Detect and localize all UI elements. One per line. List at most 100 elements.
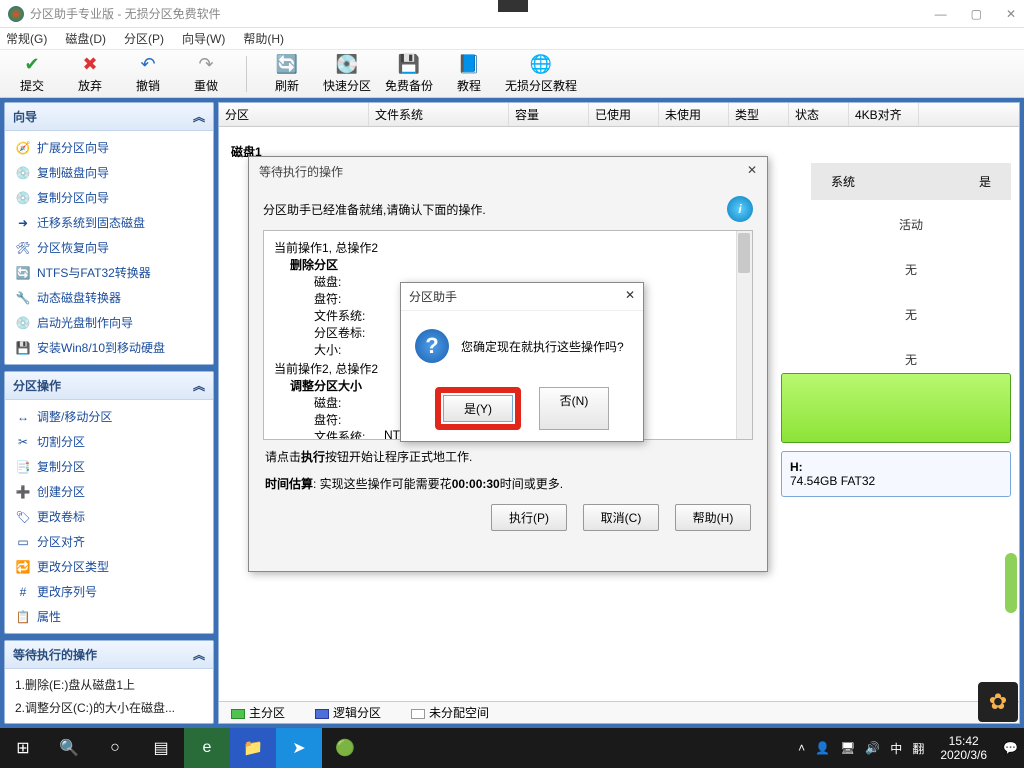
tool-重做[interactable]: ↷重做: [184, 53, 228, 94]
partition-bar[interactable]: [781, 373, 1011, 443]
tray-network-icon[interactable]: 🖥: [840, 741, 855, 755]
menu-help[interactable]: 帮助(H): [243, 30, 284, 47]
sidebar-item[interactable]: 💾安装Win8/10到移动硬盘: [5, 335, 213, 360]
tray-volume-icon[interactable]: 🔊: [865, 741, 880, 755]
clock[interactable]: 15:422020/3/6: [934, 734, 993, 763]
ime-indicator[interactable]: 中: [890, 740, 902, 757]
item-icon: 🛠: [15, 240, 31, 256]
sidebar-item[interactable]: 🛠分区恢复向导: [5, 235, 213, 260]
scrollbar[interactable]: [736, 231, 752, 439]
wizard-title: 向导: [13, 108, 37, 125]
sidebar-item[interactable]: 🧭扩展分区向导: [5, 135, 213, 160]
start-button[interactable]: ⊞: [0, 728, 46, 768]
pending-item[interactable]: 2.调整分区(C:)的大小在磁盘...: [5, 696, 213, 719]
dialog-close-icon[interactable]: ✕: [747, 163, 757, 180]
tool-撤销[interactable]: ↶撤销: [126, 53, 170, 94]
item-icon: 🔁: [15, 559, 31, 575]
col-header[interactable]: 类型: [729, 103, 789, 126]
yes-highlight: 是(Y): [435, 387, 521, 430]
no-button[interactable]: 否(N): [539, 387, 609, 430]
pending-item[interactable]: 1.删除(E:)盘从磁盘1上: [5, 673, 213, 696]
col-header[interactable]: 4KB对齐: [849, 103, 919, 126]
sidebar-item[interactable]: ➜迁移系统到固态磁盘: [5, 210, 213, 235]
pending-panel: 等待执行的操作 ︽ 1.删除(E:)盘从磁盘1上2.调整分区(C:)的大小在磁盘.…: [4, 640, 214, 724]
item-icon: 💿: [15, 315, 31, 331]
app-ie-icon[interactable]: e: [184, 728, 230, 768]
sidebar-item[interactable]: 🔄NTFS与FAT32转换器: [5, 260, 213, 285]
yes-button[interactable]: 是(Y): [443, 395, 513, 422]
taskview-icon[interactable]: ▤: [138, 728, 184, 768]
confirm-title: 分区助手: [409, 288, 457, 305]
partition-h-box[interactable]: H: 74.54GB FAT32: [781, 451, 1011, 497]
sidebar-item[interactable]: 💿复制磁盘向导: [5, 160, 213, 185]
app-edge-icon[interactable]: ➤: [276, 728, 322, 768]
menu-partition[interactable]: 分区(P): [124, 30, 164, 47]
sidebar-item[interactable]: 💿启动光盘制作向导: [5, 310, 213, 335]
minimize-button[interactable]: —: [935, 7, 947, 21]
sidebar-item[interactable]: 🔁更改分区类型: [5, 554, 213, 579]
tool-刷新[interactable]: 🔄刷新: [265, 53, 309, 94]
scrollbar-thumb[interactable]: [738, 233, 750, 273]
sidebar-item[interactable]: 📋属性: [5, 604, 213, 629]
col-header[interactable]: 已使用: [589, 103, 659, 126]
tray-up-icon[interactable]: ˄: [798, 741, 805, 755]
sidebar-item[interactable]: 📑复制分区: [5, 454, 213, 479]
tray-people-icon[interactable]: 👤: [815, 741, 830, 755]
sidebar-item[interactable]: 🏷更改卷标: [5, 504, 213, 529]
collapse-icon[interactable]: ︽: [193, 377, 205, 394]
col-header[interactable]: 文件系统: [369, 103, 509, 126]
window-title: 分区助手专业版 - 无损分区免费软件: [30, 5, 935, 22]
item-icon: 🏷: [15, 509, 31, 525]
app-explorer-icon[interactable]: 📁: [230, 728, 276, 768]
tool-无损分区教程[interactable]: 🌐无损分区教程: [505, 53, 577, 94]
titlebar: 分区助手专业版 - 无损分区免费软件 — ▢ ✕: [0, 0, 1024, 28]
col-header[interactable]: 分区: [219, 103, 369, 126]
sidebar-item[interactable]: ➕创建分区: [5, 479, 213, 504]
menu-disk[interactable]: 磁盘(D): [65, 30, 106, 47]
close-button[interactable]: ✕: [1006, 7, 1016, 21]
execute-button[interactable]: 执行(P): [491, 504, 567, 531]
item-icon: 📑: [15, 459, 31, 475]
dialog-instruction: 分区助手已经准备就绪,请确认下面的操作.: [263, 201, 486, 218]
legend: 主分区 逻辑分区 未分配空间: [219, 701, 1019, 723]
tool-教程[interactable]: 📘教程: [447, 53, 491, 94]
maximize-button[interactable]: ▢: [971, 7, 982, 21]
menubar: 常规(G) 磁盘(D) 分区(P) 向导(W) 帮助(H): [0, 28, 1024, 50]
sidebar-item[interactable]: ▭分区对齐: [5, 529, 213, 554]
menu-general[interactable]: 常规(G): [6, 30, 47, 47]
sidebar-item[interactable]: ↔调整/移动分区: [5, 404, 213, 429]
search-icon[interactable]: 🔍: [46, 728, 92, 768]
scrollbar-thumb[interactable]: [1005, 553, 1017, 613]
sidebar-item[interactable]: 💿复制分区向导: [5, 185, 213, 210]
collapse-icon[interactable]: ︽: [193, 646, 205, 663]
sidebar-item[interactable]: ✂切割分区: [5, 429, 213, 454]
cancel-button[interactable]: 取消(C): [583, 504, 659, 531]
menu-wizard[interactable]: 向导(W): [182, 30, 225, 47]
sidebar-item[interactable]: #更改序列号: [5, 579, 213, 604]
ime-indicator2[interactable]: 翻: [912, 740, 924, 757]
help-button[interactable]: 帮助(H): [675, 504, 751, 531]
notification-icon[interactable]: 💬: [1003, 741, 1018, 755]
tool-快速分区[interactable]: 💽快速分区: [323, 53, 371, 94]
status-value: 活动: [811, 202, 1011, 247]
item-icon: 🔄: [15, 265, 31, 281]
dialog-time-est: 时间估算: 实现这些操作可能需要花00:00:30时间或更多.: [249, 467, 767, 494]
col-header[interactable]: 容量: [509, 103, 589, 126]
watermark-icon: ✿: [978, 682, 1018, 722]
item-icon: 💿: [15, 190, 31, 206]
sidebar-item[interactable]: 🔧动态磁盘转换器: [5, 285, 213, 310]
toolbar: ✔提交 ✖放弃 ↶撤销 ↷重做 🔄刷新 💽快速分区 💾免费备份 📘教程 🌐无损分区教程: [0, 50, 1024, 98]
tool-提交[interactable]: ✔提交: [10, 53, 54, 94]
tool-放弃[interactable]: ✖放弃: [68, 53, 112, 94]
item-icon: 🧭: [15, 140, 31, 156]
tool-免费备份[interactable]: 💾免费备份: [385, 53, 433, 94]
collapse-icon[interactable]: ︽: [193, 108, 205, 125]
col-header[interactable]: 状态: [789, 103, 849, 126]
pending-title: 等待执行的操作: [13, 646, 97, 663]
item-icon: 💿: [15, 165, 31, 181]
dialog-close-icon[interactable]: ✕: [625, 288, 635, 305]
cortana-icon[interactable]: ○: [92, 728, 138, 768]
col-header[interactable]: 未使用: [659, 103, 729, 126]
app-pa-icon[interactable]: 🟢: [322, 728, 368, 768]
question-icon: ?: [415, 329, 449, 363]
